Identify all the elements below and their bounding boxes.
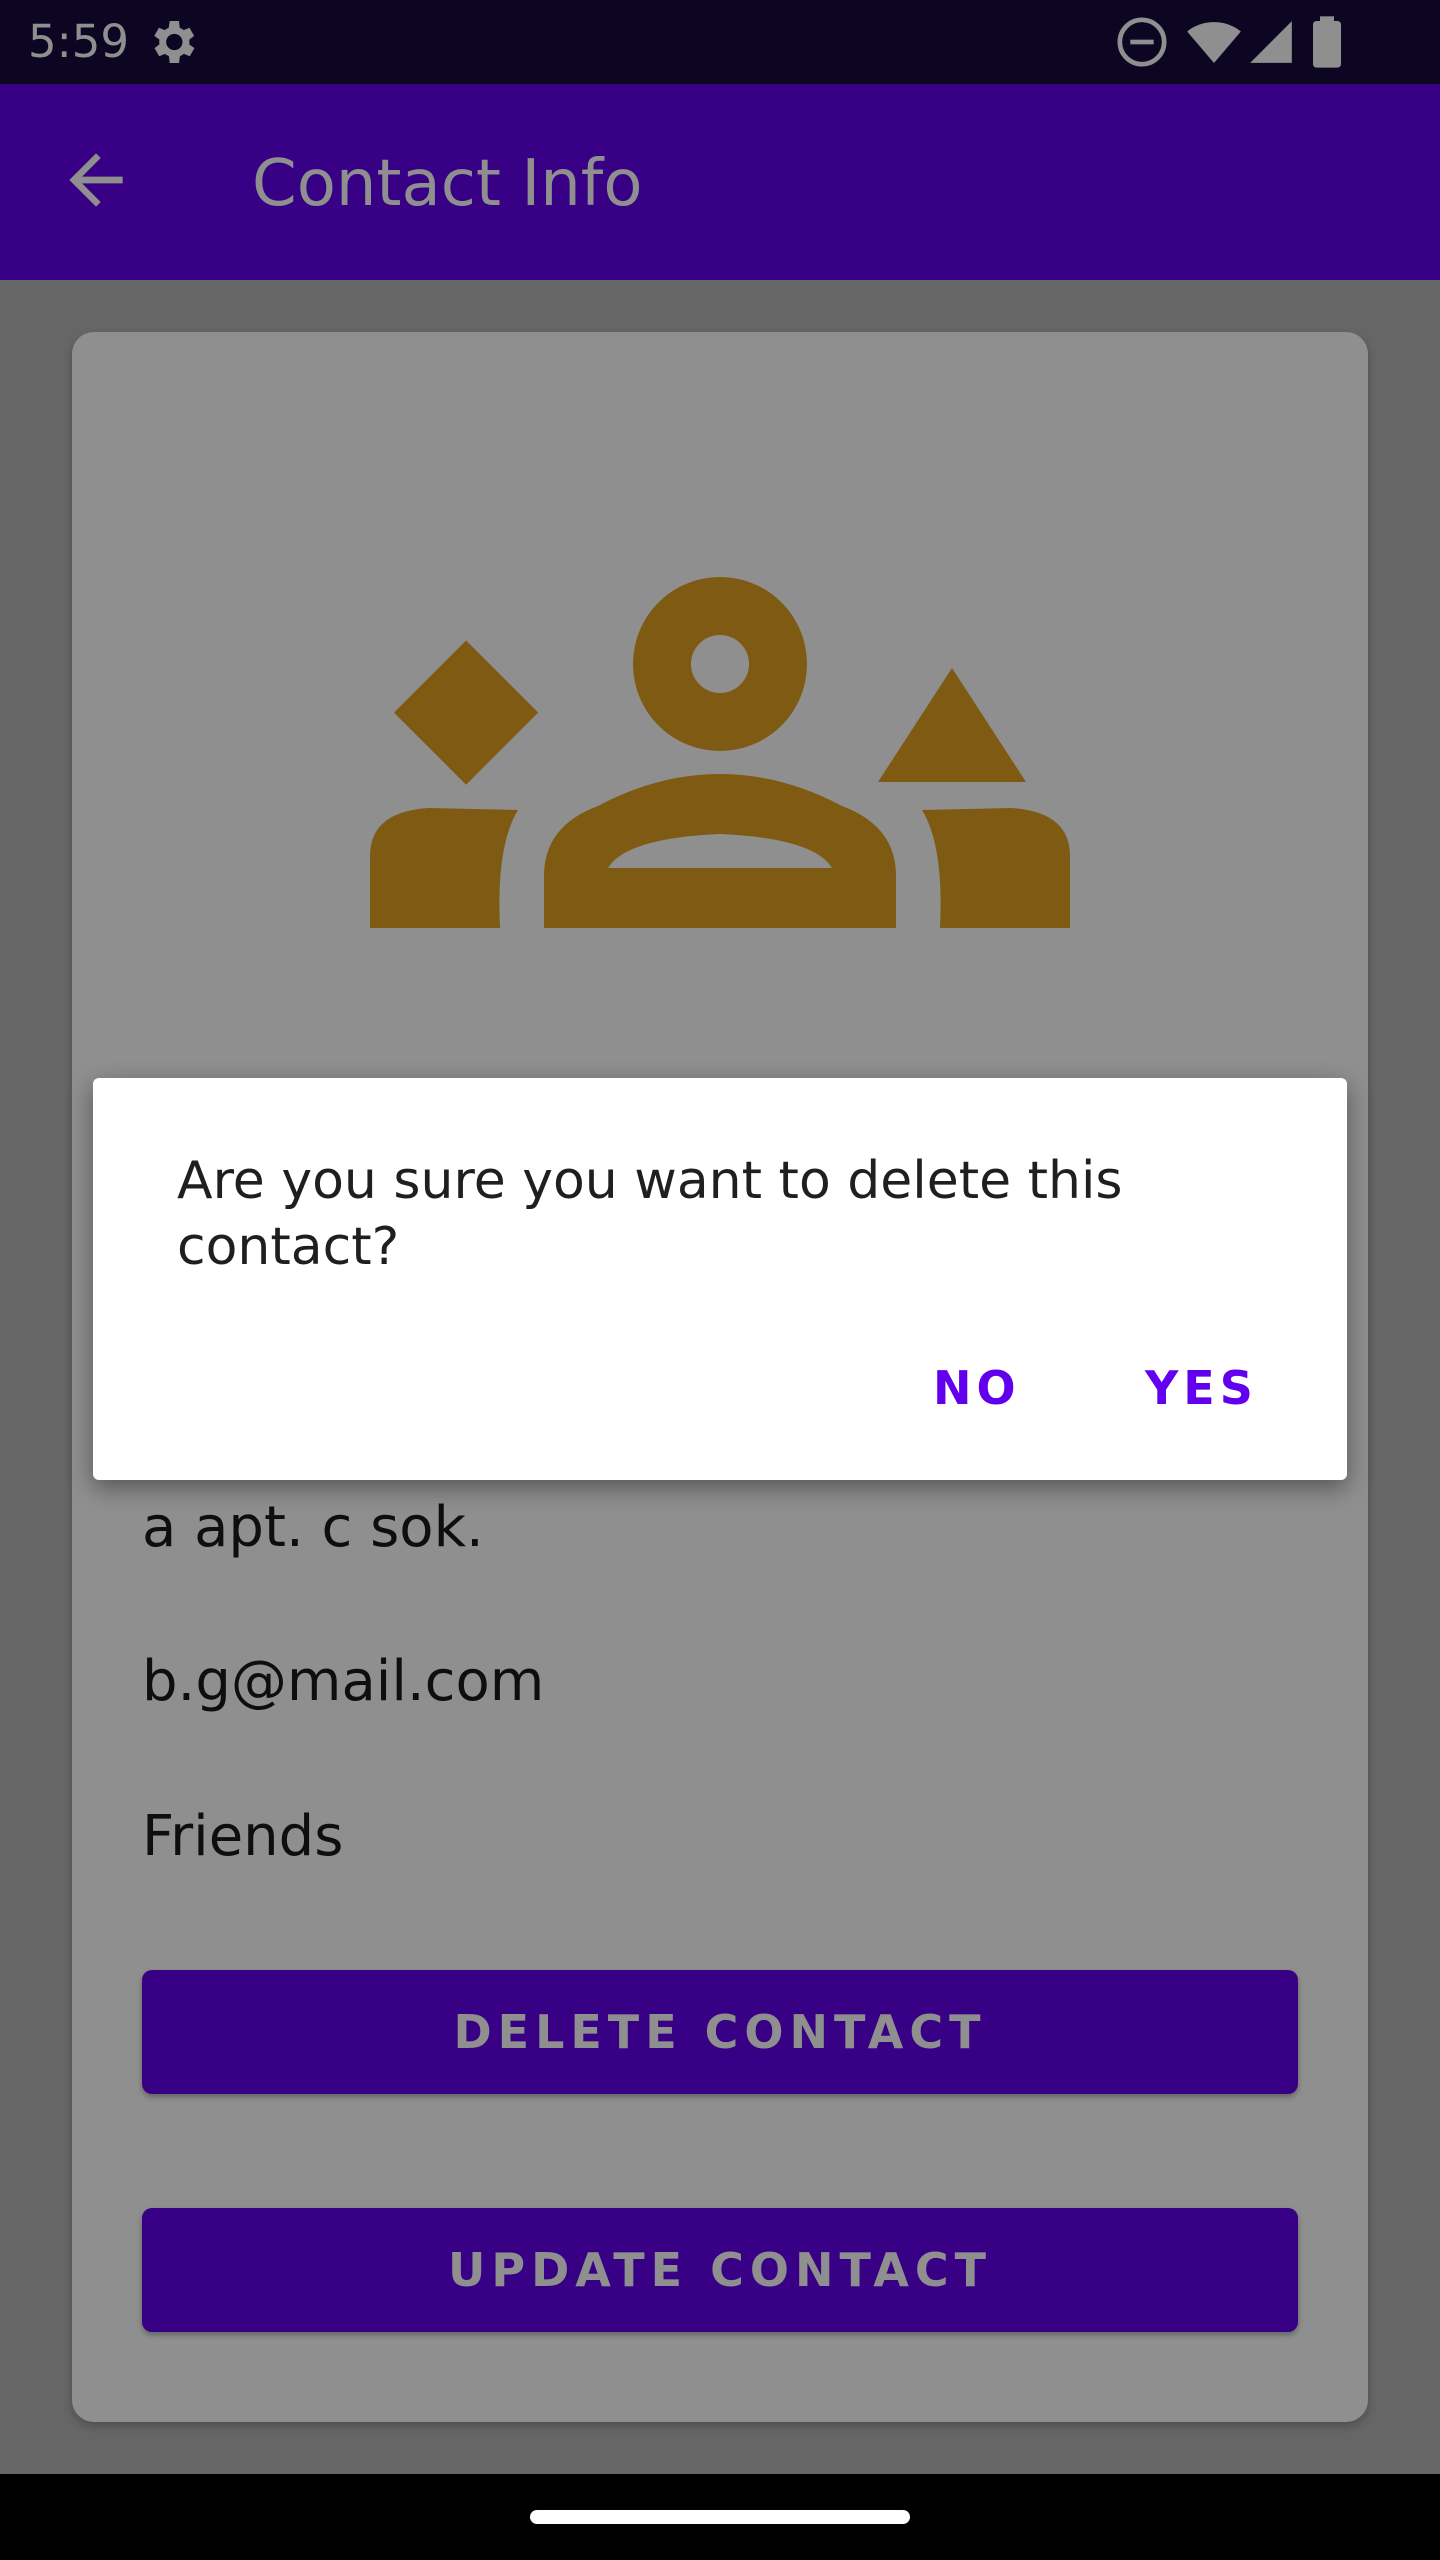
home-gesture-handle[interactable]	[530, 2510, 910, 2524]
dialog-message: Are you sure you want to delete this con…	[177, 1151, 1123, 1277]
navigation-bar	[0, 2474, 1440, 2560]
confirm-delete-dialog: Are you sure you want to delete this con…	[93, 1078, 1347, 1480]
no-button[interactable]: NO	[905, 1338, 1049, 1438]
yes-button[interactable]: YES	[1117, 1338, 1286, 1438]
